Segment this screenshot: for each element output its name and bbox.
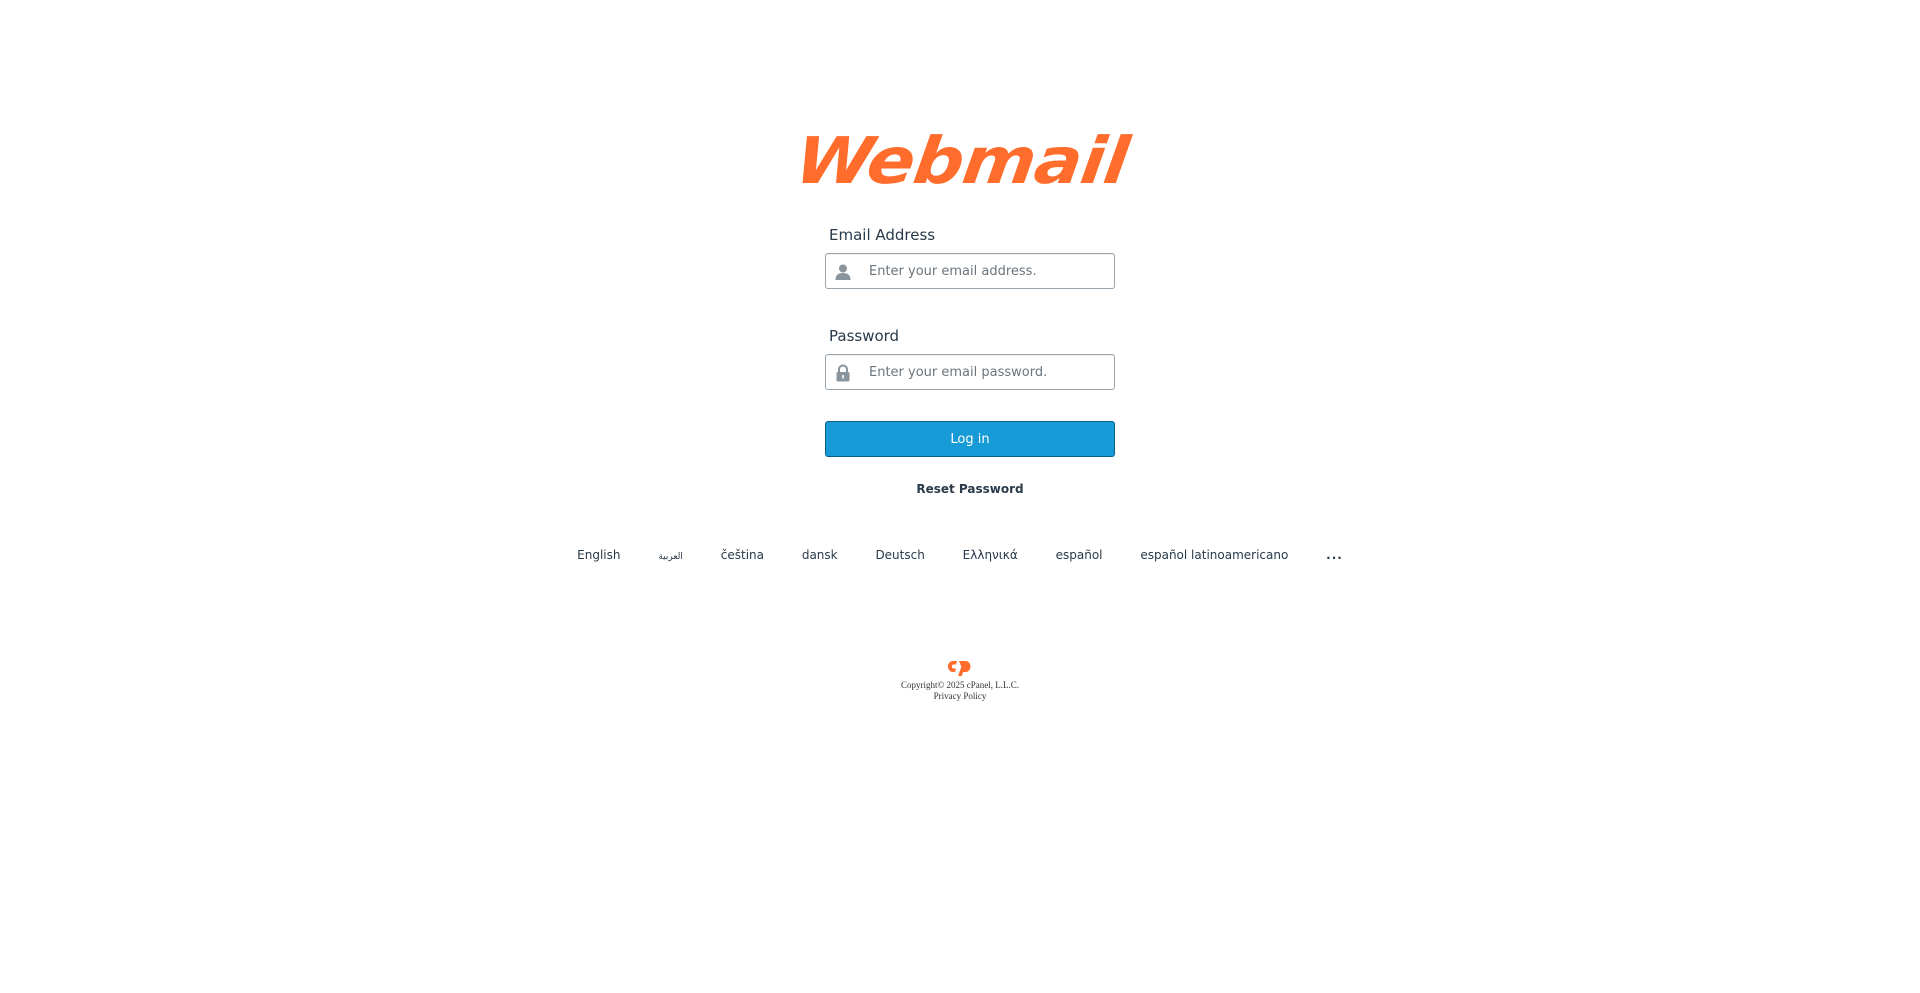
- password-input[interactable]: [826, 355, 1114, 389]
- login-button[interactable]: Log in: [825, 421, 1115, 457]
- footer: Copyright© 2025 cPanel, L.L.C. Privacy P…: [0, 656, 1920, 702]
- language-link-spanish[interactable]: español: [1056, 548, 1103, 562]
- language-selector: English العربية čeština dansk Deutsch Ελ…: [0, 548, 1920, 562]
- email-label: Email Address: [829, 226, 936, 244]
- password-input-wrapper: [825, 354, 1115, 390]
- login-page: Webmail Email Address Password: [0, 0, 1920, 993]
- language-link-arabic[interactable]: العربية: [658, 552, 683, 562]
- email-input-wrapper: [825, 253, 1115, 289]
- more-languages-button[interactable]: ...: [1326, 548, 1343, 562]
- language-link-spanish-latam[interactable]: español latinoamericano: [1140, 548, 1288, 562]
- copyright-text: Copyright© 2025 cPanel, L.L.C.: [900, 680, 1020, 690]
- webmail-logo: Webmail: [790, 123, 1134, 199]
- language-link-danish[interactable]: dansk: [802, 548, 838, 562]
- language-link-german[interactable]: Deutsch: [875, 548, 924, 562]
- privacy-policy-link[interactable]: Privacy Policy: [0, 691, 1920, 702]
- email-group: Email Address: [825, 226, 1115, 289]
- language-link-greek[interactable]: Ελληνικά: [963, 548, 1018, 562]
- logo-container: Webmail: [0, 123, 1920, 199]
- cpanel-logo-icon: [948, 661, 971, 676]
- email-input[interactable]: [826, 254, 1114, 288]
- reset-password-link[interactable]: Reset Password: [825, 482, 1115, 496]
- language-link-english[interactable]: English: [577, 548, 620, 562]
- password-group: Password: [825, 327, 1115, 390]
- language-link-czech[interactable]: čeština: [721, 548, 764, 562]
- password-label: Password: [829, 327, 900, 345]
- login-form: Email Address Password Log in R: [825, 226, 1115, 496]
